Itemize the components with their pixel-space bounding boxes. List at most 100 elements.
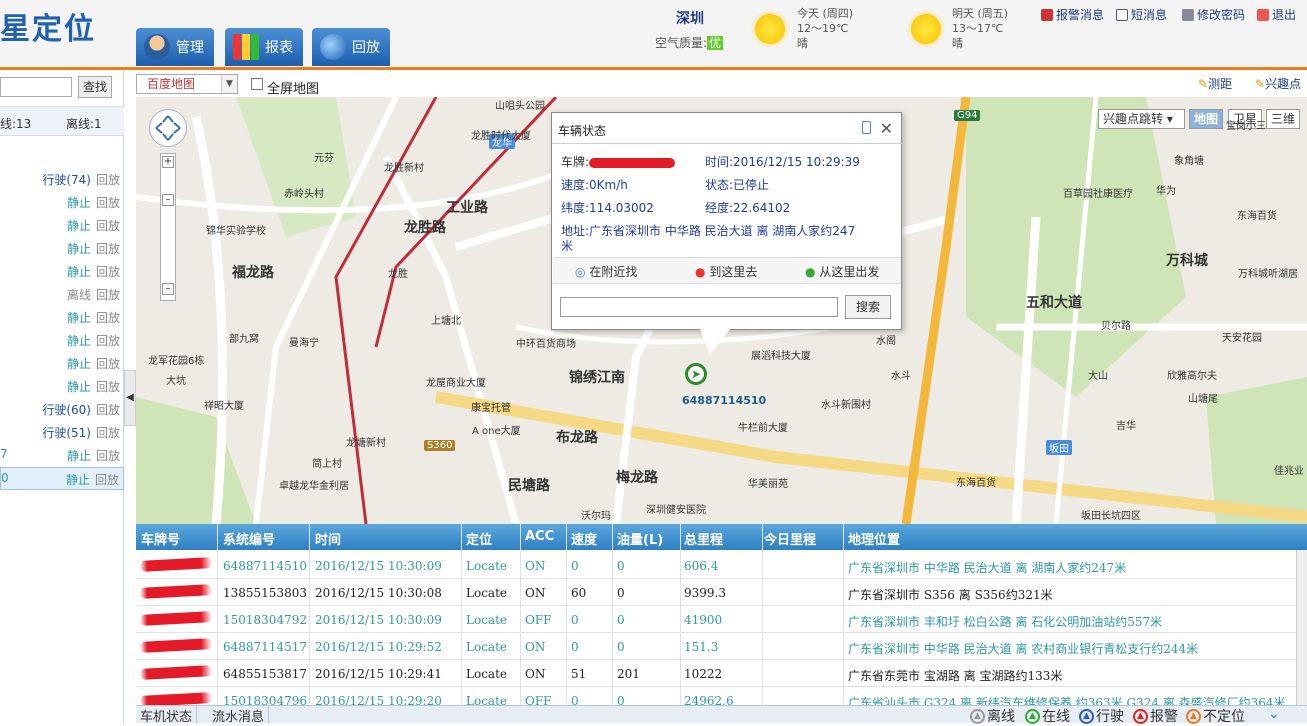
search-nearby-button[interactable]: ◎ 在附近找 [575, 263, 637, 280]
table-row[interactable]: 15018304796 2016/12/15 10:29:20 Locate OFF 0… [136, 687, 1296, 705]
pan-control[interactable] [149, 109, 187, 147]
change-password-link[interactable]: 修改密码 [1182, 6, 1245, 23]
measure-distance-link[interactable]: ✎测距 [1198, 75, 1232, 92]
alarm-messages-link[interactable]: 报警消息 [1041, 6, 1104, 23]
phone-icon[interactable] [862, 121, 871, 134]
cell-speed: 51 [571, 667, 587, 681]
nav-manage-button[interactable]: 管理 [136, 28, 214, 66]
vehicle-row[interactable]: 静止 回放 [0, 214, 124, 237]
column-header[interactable]: 定位 [466, 529, 492, 548]
map-type-3d[interactable]: 三维 [1266, 109, 1301, 129]
replay-link[interactable]: 回放 [96, 171, 120, 188]
vehicle-status: 静止 [66, 242, 91, 256]
replay-link[interactable]: 回放 [95, 471, 119, 488]
cell-sys: 15018304792 [223, 613, 307, 627]
replay-link[interactable]: 回放 [96, 424, 120, 441]
table-row[interactable]: 13855153803 2016/12/15 10:30:08 Locate ON 60… [136, 579, 1296, 606]
replay-link[interactable]: 回放 [96, 332, 120, 349]
map-type-map[interactable]: 地图 [1189, 109, 1224, 129]
zoom-slider[interactable]: + – – [160, 153, 176, 301]
replay-link[interactable]: 回放 [96, 263, 120, 280]
collapse-panel-button[interactable]: ◀ [124, 370, 136, 426]
vehicle-marker-icon[interactable]: ➤ [685, 363, 707, 385]
vehicle-row[interactable]: 离线 回放 [0, 283, 124, 306]
nav-replay-button[interactable]: 回放 [312, 28, 390, 66]
column-header[interactable]: 系统编号 [223, 529, 275, 548]
table-row[interactable]: 64855153817 2016/12/15 10:29:41 Locate ON 51… [136, 660, 1296, 687]
column-header[interactable]: 地理位置 [848, 529, 900, 548]
zoom-in-button[interactable]: + [162, 156, 174, 168]
column-header[interactable]: 时间 [315, 529, 341, 548]
fullscreen-checkbox[interactable] [251, 78, 263, 90]
vehicle-row[interactable]: 静止 回放 [0, 306, 124, 329]
vehicle-search-input[interactable] [0, 77, 72, 97]
tab-message-flow[interactable]: 流水消息 [208, 706, 270, 725]
replay-link[interactable]: 回放 [96, 401, 120, 418]
expand-down-icon[interactable]: ⌄ [1268, 706, 1280, 722]
legend-driving: ▲ 行驶 [1079, 706, 1124, 726]
cell-acc: OFF [525, 613, 552, 627]
nav-report-button[interactable]: 报表 [225, 28, 303, 66]
zoom-handle[interactable]: – [162, 194, 174, 206]
replay-link[interactable]: 回放 [96, 217, 120, 234]
zoom-out-button[interactable]: – [162, 283, 174, 295]
find-button[interactable]: 查找 [78, 76, 112, 98]
pan-arrows-icon [155, 115, 181, 141]
replay-link[interactable]: 回放 [96, 240, 120, 257]
vehicle-row[interactable]: 行驶(74) 回放 [0, 168, 124, 191]
cell-sys: 64887114510 [223, 559, 307, 573]
replay-link[interactable]: 回放 [96, 447, 120, 464]
popup-speed: 速度:0Km/h [561, 178, 628, 192]
route-to-button[interactable]: ● 到这里去 [695, 263, 757, 280]
map-label: 龙塘新村 [346, 438, 386, 449]
vehicle-row[interactable]: 静止 回放 [0, 191, 124, 214]
vehicle-row[interactable]: 静止 回放 [0, 329, 124, 352]
table-row[interactable]: 64887114510 2016/12/15 10:30:09 Locate ON 0 0… [136, 552, 1296, 579]
cell-speed: 0 [571, 559, 579, 573]
column-header[interactable]: ACC [525, 529, 554, 544]
legend-alarm: ▲ 报警 [1133, 706, 1178, 726]
vehicle-row[interactable]: 静止 回放 [0, 260, 124, 283]
map-label: 东海百货 [1237, 211, 1277, 222]
vehicle-row[interactable]: 静止 回放 [0, 352, 124, 375]
column-header[interactable]: 车牌号 [141, 529, 180, 548]
popup-actions: ◎ 在附近找 ● 到这里去 ● 从这里出发 [553, 257, 901, 284]
popup-state: 状态:已停止 [705, 178, 770, 192]
column-header[interactable]: 总里程 [684, 529, 723, 548]
close-icon[interactable]: ✕ [880, 119, 893, 138]
replay-link[interactable]: 回放 [96, 309, 120, 326]
route-from-button[interactable]: ● 从这里出发 [805, 263, 879, 280]
table-scrollbar[interactable] [1296, 550, 1307, 705]
plate-redacted [139, 557, 213, 572]
replay-link[interactable]: 回放 [96, 194, 120, 211]
vehicle-row[interactable]: 静止 回放 [0, 375, 124, 398]
table-row[interactable]: 64887114517 2016/12/15 10:29:52 Locate ON 0 0… [136, 633, 1296, 660]
column-header[interactable]: 速度 [571, 529, 597, 548]
vehicle-row[interactable]: 行驶(60) 回放 [0, 398, 124, 421]
tab-device-status[interactable]: 车机状态 [136, 706, 198, 725]
short-messages-link[interactable]: 短消息 [1116, 6, 1167, 23]
column-header[interactable]: 今日里程 [764, 529, 816, 548]
map-provider-select[interactable]: 百度地图 ▼ [136, 74, 238, 94]
cell-loc: Locate [466, 559, 507, 573]
cell-total: 41900 [684, 613, 723, 627]
vehicle-row[interactable]: 7 静止 回放 [0, 444, 124, 467]
poi-jump-select[interactable]: 兴趣点跳转 ▾ [1098, 109, 1185, 129]
vehicle-row[interactable]: 静止 回放 [0, 237, 124, 260]
search-icon: ◎ [575, 265, 586, 279]
replay-link[interactable]: 回放 [96, 378, 120, 395]
replay-link[interactable]: 回放 [96, 286, 120, 303]
popup-search-input[interactable] [560, 297, 838, 317]
popup-search-button[interactable]: 搜索 [845, 295, 891, 319]
user-icon [144, 34, 170, 60]
map-label: 坂田 [1046, 440, 1072, 455]
logout-link[interactable]: 退出 [1257, 6, 1296, 23]
column-header[interactable]: 油量(L) [617, 529, 663, 548]
vehicle-row[interactable]: 行驶(51) 回放 [0, 421, 124, 444]
poi-link[interactable]: ✎兴趣点 [1255, 75, 1301, 92]
cell-speed: 0 [571, 694, 579, 705]
table-row[interactable]: 15018304792 2016/12/15 10:30:09 Locate OFF 0… [136, 606, 1296, 633]
replay-link[interactable]: 回放 [96, 355, 120, 372]
map-label: 康宝托管 [471, 403, 511, 414]
vehicle-row[interactable]: 0 静止 回放 [0, 467, 124, 490]
